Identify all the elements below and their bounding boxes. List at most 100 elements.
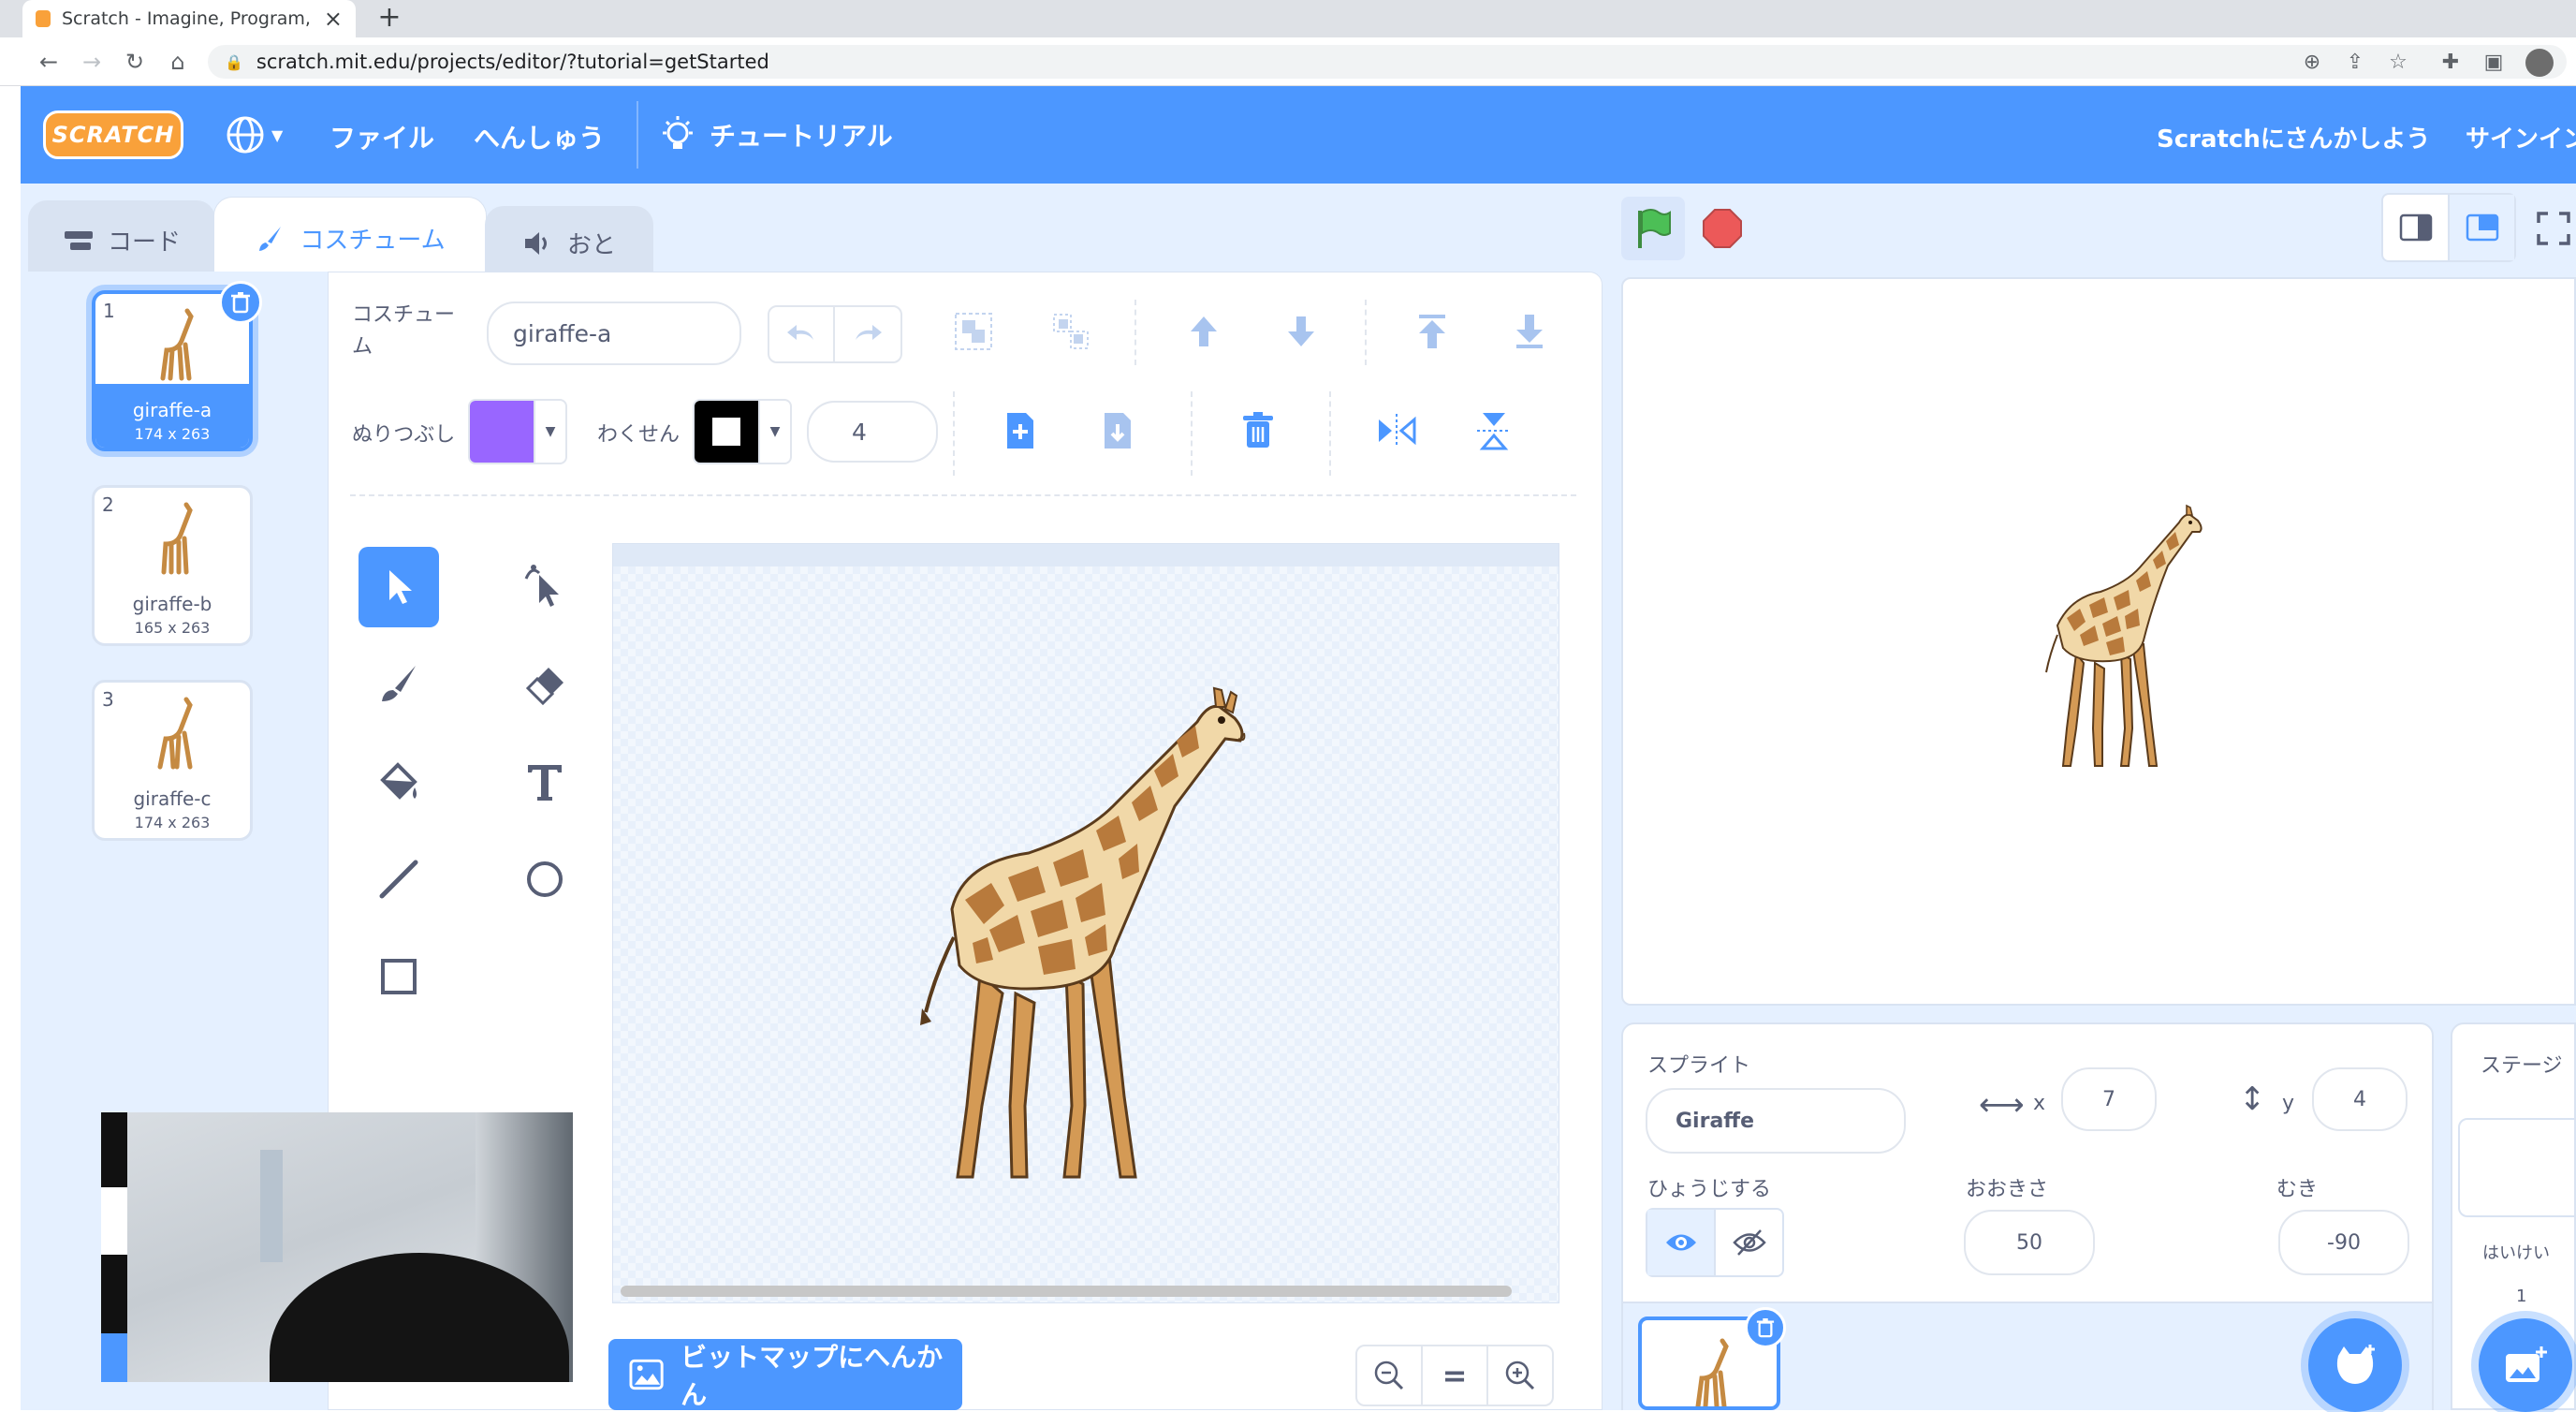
image-icon	[629, 1359, 664, 1390]
front-button[interactable]	[1406, 305, 1458, 358]
costume-item[interactable]: 2 giraffe-b 165 x 263	[92, 485, 253, 646]
scratch-logo[interactable]: SCRATCH	[43, 110, 183, 159]
convert-to-bitmap-button[interactable]: ビットマップにへんかん	[608, 1339, 962, 1410]
share-icon[interactable]: ⇪	[2340, 47, 2370, 77]
y-input[interactable]: 4	[2312, 1067, 2408, 1131]
reshape-tool[interactable]	[505, 547, 585, 627]
rectangle-tool[interactable]	[359, 936, 439, 1017]
toolbar-divider	[953, 391, 955, 476]
zoom-in-button[interactable]	[1488, 1346, 1552, 1405]
tab-close-icon[interactable]: ×	[324, 6, 343, 32]
outline-width-input[interactable]: 4	[807, 401, 938, 463]
fill-color-swatch	[470, 401, 534, 463]
outline-color-picker[interactable]: ▼	[693, 399, 792, 464]
brush-tool[interactable]	[359, 644, 439, 725]
fullscreen-button[interactable]	[2531, 204, 2576, 253]
new-tab-button[interactable]: +	[371, 0, 408, 34]
giraffe-sprite[interactable]	[2029, 494, 2217, 775]
browser-tab[interactable]: Scratch - Imagine, Program, Sh ×	[22, 0, 356, 37]
toolbar-divider	[1134, 300, 1136, 365]
canvas-top-band	[613, 544, 1559, 566]
stop-button[interactable]	[1698, 204, 1747, 253]
eraser-tool[interactable]	[505, 644, 585, 725]
group-icon	[955, 313, 992, 350]
paintbrush-icon	[382, 666, 416, 701]
stage-thumbnail[interactable]	[2458, 1118, 2576, 1217]
chevron-down-icon: ▼	[534, 401, 565, 463]
address-bar[interactable]: 🔒 scratch.mit.edu/projects/editor/?tutor…	[208, 45, 2567, 79]
delete-costume-button[interactable]	[219, 281, 262, 324]
language-menu[interactable]: ▼	[225, 112, 296, 157]
tab-sound[interactable]: おと	[485, 206, 653, 279]
zoom-out-button[interactable]	[1357, 1346, 1423, 1405]
text-tool[interactable]	[505, 742, 585, 822]
large-stage-button[interactable]	[2450, 195, 2514, 260]
join-scratch-link[interactable]: Scratchにさんかしよう	[2157, 120, 2430, 154]
large-stage-icon	[2466, 213, 2498, 242]
line-tool[interactable]	[359, 839, 439, 919]
size-input[interactable]: 50	[1964, 1210, 2095, 1275]
flip-horizontal-button[interactable]	[1370, 404, 1423, 457]
back-button[interactable]	[1503, 305, 1556, 358]
delete-sprite-button[interactable]	[1745, 1307, 1786, 1348]
delete-button[interactable]	[1232, 404, 1284, 457]
group-button[interactable]	[947, 305, 1000, 358]
redo-button[interactable]	[835, 307, 900, 361]
file-menu[interactable]: ファイル	[329, 118, 434, 155]
outline-label: わくせん	[597, 423, 681, 447]
reload-icon[interactable]: ↻	[120, 47, 150, 77]
hide-button[interactable]	[1716, 1210, 1782, 1275]
select-tool[interactable]	[359, 547, 439, 627]
copy-button[interactable]	[1091, 404, 1144, 457]
tab-costume[interactable]: コスチューム	[213, 197, 487, 279]
bookmark-star-icon[interactable]: ☆	[2383, 47, 2413, 77]
add-sprite-button[interactable]	[2308, 1318, 2402, 1412]
side-panel-icon[interactable]: ▣	[2479, 47, 2509, 77]
arrow-down-icon	[1288, 316, 1314, 346]
giraffe-thumbnail-icon	[161, 502, 193, 575]
tutorial-menu[interactable]: チュートリアル	[659, 112, 893, 157]
canvas-horizontal-scrollbar[interactable]	[621, 1286, 1512, 1297]
toolbar-divider	[1191, 391, 1193, 476]
small-stage-button[interactable]	[2383, 195, 2450, 260]
fullscreen-icon	[2537, 212, 2570, 245]
fill-tool[interactable]	[359, 742, 439, 822]
direction-input[interactable]: -90	[2278, 1210, 2409, 1275]
zoom-reset-button[interactable]: =	[1423, 1346, 1488, 1405]
arrow-pointer-icon	[389, 570, 412, 604]
giraffe-costume-drawing[interactable]	[898, 666, 1291, 1190]
flip-horizontal-icon	[1379, 414, 1416, 448]
paste-button[interactable]	[994, 404, 1046, 457]
forward-arrow-icon[interactable]: →	[77, 47, 107, 77]
fill-color-picker[interactable]: ▼	[468, 399, 567, 464]
chevron-down-icon: ▼	[271, 125, 284, 144]
signin-link[interactable]: サインイン	[2466, 120, 2576, 154]
extensions-icon[interactable]: ✚	[2436, 47, 2466, 77]
edit-menu[interactable]: へんしゅう	[474, 118, 605, 155]
zoom-icon[interactable]: ⊕	[2297, 47, 2327, 77]
circle-tool[interactable]	[505, 839, 585, 919]
green-flag-button[interactable]	[1621, 197, 1685, 260]
ungroup-button[interactable]	[1045, 305, 1097, 358]
flip-vertical-button[interactable]	[1468, 404, 1520, 457]
backward-button[interactable]	[1275, 305, 1327, 358]
costume-item[interactable]: 3 giraffe-c 174 x 263	[92, 680, 253, 841]
trash-icon	[231, 292, 250, 314]
sprite-name-input[interactable]: Giraffe	[1646, 1088, 1906, 1154]
paint-canvas[interactable]	[612, 543, 1559, 1303]
tab-code[interactable]: コード	[28, 200, 215, 279]
back-arrow-icon[interactable]: ←	[34, 47, 64, 77]
undo-button[interactable]	[769, 307, 835, 361]
forward-button[interactable]	[1178, 305, 1230, 358]
menu-divider	[637, 101, 638, 169]
costume-name-input[interactable]: giraffe-a	[487, 302, 741, 365]
copy-icon	[1105, 413, 1131, 449]
direction-label: むき	[2276, 1178, 2319, 1201]
show-button[interactable]	[1647, 1210, 1716, 1275]
stage-canvas[interactable]	[1621, 277, 2576, 1006]
x-input[interactable]: 7	[2061, 1067, 2157, 1131]
profile-avatar[interactable]	[2525, 49, 2554, 77]
add-backdrop-button[interactable]	[2479, 1318, 2572, 1412]
bring-front-icon	[1419, 315, 1445, 348]
home-icon[interactable]: ⌂	[163, 47, 193, 77]
